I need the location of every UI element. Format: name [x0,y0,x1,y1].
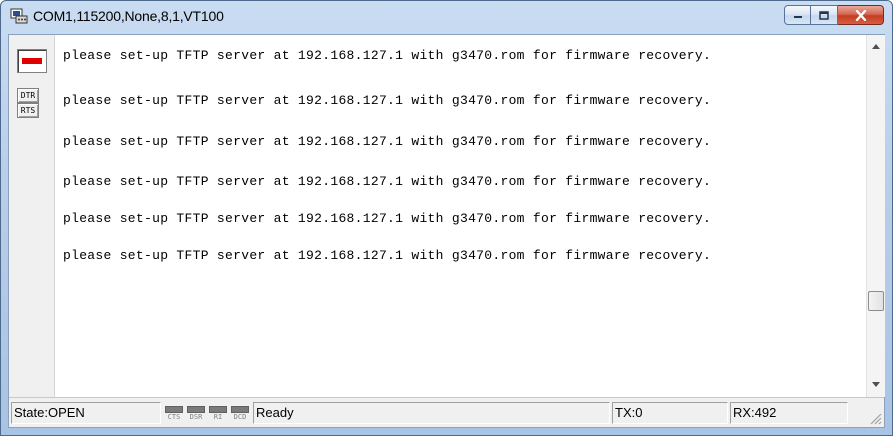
signal-panel: DTR RTS [9,35,55,397]
maximize-icon [819,10,829,20]
cts-led-lamp [165,406,183,413]
line-status-indicator [17,49,47,73]
dcd-led: DCD [231,406,249,423]
close-icon [855,9,866,21]
dtr-toggle-button[interactable]: DTR [17,88,39,103]
terminal-window: COM1,115200,None,8,1,VT100 DTR RTS pleas… [0,0,893,436]
minimize-button[interactable] [784,5,811,25]
tx-counter: TX:0 [612,402,728,424]
terminal-line: please set-up TFTP server at 192.168.127… [63,48,712,63]
caption-buttons [784,5,884,27]
terminal-output[interactable]: please set-up TFTP server at 192.168.127… [55,35,866,397]
maximize-button[interactable] [811,5,838,25]
rx-counter: RX:492 [730,402,848,424]
status-bar: State:OPEN CTS DSR RI DCD Ready TX:0 RX:… [9,397,884,427]
terminal-line: please set-up TFTP server at 192.168.127… [63,248,712,263]
cts-label: CTS [167,413,181,421]
terminal-line: please set-up TFTP server at 192.168.127… [63,211,712,226]
signal-bar [22,58,42,64]
close-button[interactable] [838,5,884,25]
scroll-down-button[interactable] [867,375,885,393]
rts-toggle-button[interactable]: RTS [17,103,39,118]
terminal-line: please set-up TFTP server at 192.168.127… [63,174,712,189]
ri-led-lamp [209,406,227,413]
ri-label: RI [213,413,223,421]
scroll-up-button[interactable] [867,37,885,55]
dcd-led-lamp [231,406,249,413]
dsr-label: DSR [189,413,203,421]
title-bar[interactable]: COM1,115200,None,8,1,VT100 [1,1,892,33]
terminal-line: please set-up TFTP server at 192.168.127… [63,134,712,149]
dcd-label: DCD [233,413,247,421]
dsr-led: DSR [187,406,205,423]
arrow-up-icon [872,43,880,49]
connection-state: State:OPEN [11,402,161,424]
status-message: Ready [253,402,610,424]
dsr-led-lamp [187,406,205,413]
ri-led: RI [209,406,227,423]
terminal-line: please set-up TFTP server at 192.168.127… [63,93,712,108]
vertical-scrollbar[interactable] [866,35,885,397]
serial-port-app-icon [10,8,28,24]
minimize-icon [793,16,802,18]
scroll-thumb[interactable] [868,291,884,311]
client-area: DTR RTS please set-up TFTP server at 192… [8,34,885,428]
arrow-down-icon [872,381,880,387]
resize-grip-icon[interactable] [868,411,882,425]
cts-led: CTS [165,406,183,423]
window-title: COM1,115200,None,8,1,VT100 [33,8,224,24]
